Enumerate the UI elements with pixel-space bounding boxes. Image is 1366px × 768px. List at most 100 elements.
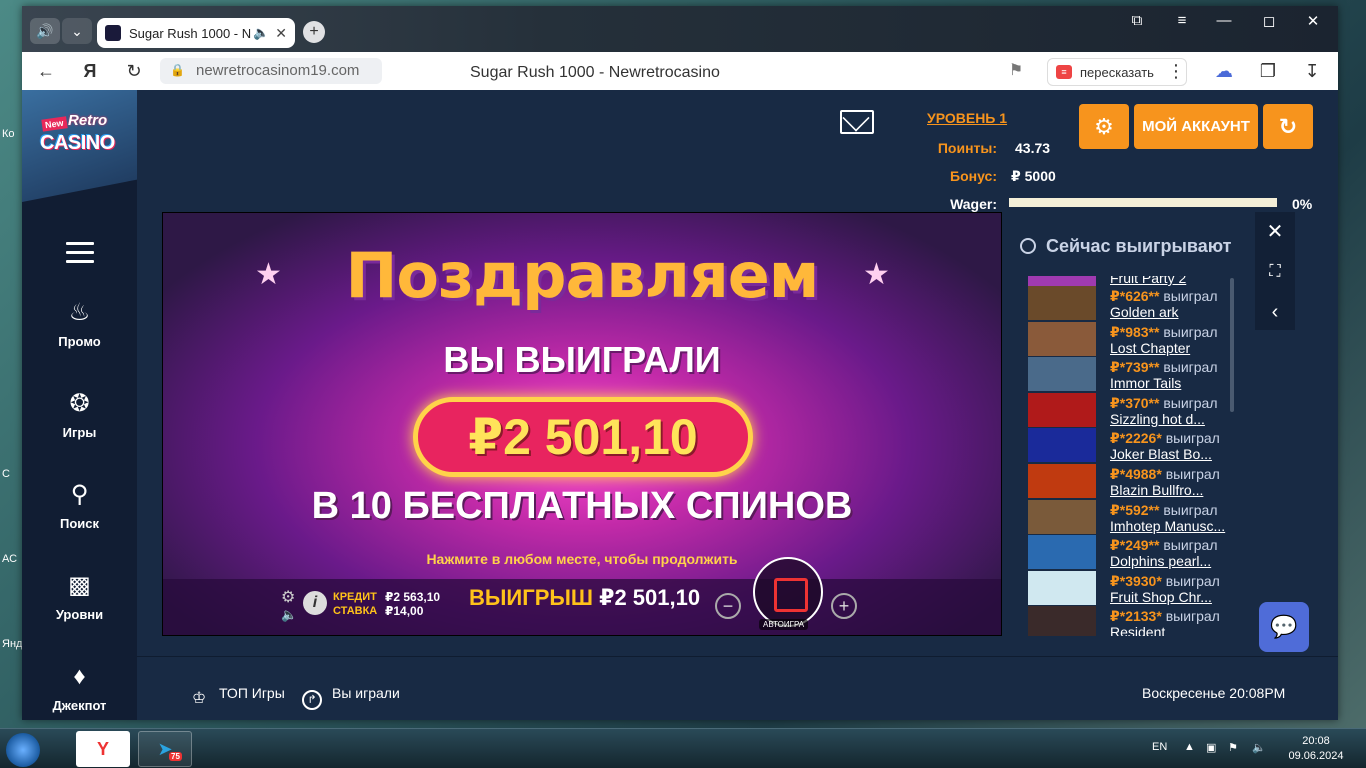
close-window-icon[interactable]: ✕ xyxy=(1298,12,1328,30)
now-winning-title: Сейчас выигрывают xyxy=(1020,236,1232,257)
level-link[interactable]: УРОВЕНЬ 1 xyxy=(927,110,1007,126)
yandex-browser-taskbar-icon[interactable]: Y xyxy=(76,731,130,767)
desktop-label: С xyxy=(2,468,10,480)
hamburger-menu-icon[interactable] xyxy=(66,242,94,264)
winner-game-link[interactable]: Fruit Shop Chr... xyxy=(1110,589,1228,605)
info-icon[interactable]: i xyxy=(303,591,327,615)
system-clock[interactable]: 20:08 09.06.2024 xyxy=(1286,734,1346,764)
list-item[interactable]: ₽*2226* выиграл Joker Blast Bo... xyxy=(1028,428,1228,464)
game-thumbnail[interactable] xyxy=(1028,570,1096,605)
tray-arrow-icon[interactable]: ▲ xyxy=(1184,741,1195,753)
browser-tab[interactable]: Sugar Rush 1000 - N 🔈 ✕ xyxy=(97,18,295,48)
winner-game-link[interactable]: Lost Chapter xyxy=(1110,340,1228,356)
game-thumbnail[interactable] xyxy=(1028,535,1096,570)
close-icon[interactable]: ✕ xyxy=(1255,212,1295,252)
sidebar-item-jackpot[interactable]: ♦ Джекпот xyxy=(22,662,137,713)
bookmark-icon[interactable]: ⚑ xyxy=(1004,60,1028,82)
chevron-down-icon[interactable]: ⌄ xyxy=(62,18,92,44)
game-window[interactable]: ★ ★ Поздравляем ВЫ ВЫИГРАЛИ ₽2 501,10 В … xyxy=(162,212,1002,636)
logo[interactable]: New Retro CASINO xyxy=(22,90,137,202)
coins-button[interactable]: ⚙ xyxy=(1079,104,1129,149)
game-thumbnail[interactable] xyxy=(1028,428,1096,463)
points-value: 43.73 xyxy=(1015,140,1051,156)
winners-scrollbar[interactable] xyxy=(1230,278,1234,412)
download-icon[interactable]: ↧ xyxy=(1300,60,1324,82)
game-thumbnail[interactable] xyxy=(1028,286,1096,320)
winners-list[interactable]: Fruit Party 2 ₽*626** выиграл Golden ark ₽… xyxy=(1028,276,1228,636)
winner-game-link[interactable]: Joker Blast Bo... xyxy=(1110,446,1228,462)
sidebar-item-promo[interactable]: ♨ Промо xyxy=(22,298,137,349)
played-games-link[interactable]: ↱ Вы играли xyxy=(302,685,400,710)
spin-button[interactable] xyxy=(753,557,823,627)
wager-label: Wager: xyxy=(950,196,997,212)
telegram-badge: 75 xyxy=(169,752,182,761)
game-thumbnail[interactable] xyxy=(1028,276,1096,286)
start-button[interactable] xyxy=(6,733,40,767)
logo-new: New xyxy=(41,116,68,132)
list-item[interactable]: ₽*592** выиграл Imhotep Manusc... xyxy=(1028,499,1228,536)
page-title: Sugar Rush 1000 - Newretrocasino xyxy=(470,64,720,81)
winner-game-link[interactable]: Sizzling hot d... xyxy=(1110,411,1228,427)
game-thumbnail[interactable] xyxy=(1028,392,1096,427)
more-icon[interactable]: ⋮ xyxy=(1164,60,1188,82)
mail-icon[interactable] xyxy=(840,110,874,134)
sound-icon[interactable]: 🔈 xyxy=(281,607,297,623)
chat-button[interactable]: 💬 xyxy=(1259,602,1309,652)
sidebar-item-games[interactable]: ❂ Игры xyxy=(22,389,137,440)
maximize-icon[interactable]: ◻ xyxy=(1254,12,1284,30)
list-item[interactable]: ₽*3930* выиграл Fruit Shop Chr... xyxy=(1028,570,1228,607)
speaker-icon[interactable]: 🔈 xyxy=(253,25,269,41)
minus-button[interactable]: − xyxy=(715,593,741,619)
minimize-icon[interactable]: — xyxy=(1209,12,1239,29)
collections-icon[interactable]: ❐ xyxy=(1256,60,1280,82)
winner-game-link[interactable]: Immor Tails xyxy=(1110,375,1228,391)
my-account-button[interactable]: МОЙ АККАУНТ xyxy=(1134,104,1258,149)
winner-game-link[interactable]: Resident xyxy=(1110,624,1228,636)
game-thumbnail[interactable] xyxy=(1028,321,1096,356)
url-field[interactable]: 🔒 newretrocasinom19.com xyxy=(160,58,382,84)
list-item[interactable]: ₽*2133* выиграл Resident xyxy=(1028,606,1228,636)
yandex-icon[interactable]: Я xyxy=(78,60,102,82)
gear-icon[interactable]: ⚙ xyxy=(281,587,295,607)
autoplay-button[interactable]: АВТОИГРА xyxy=(759,619,809,630)
winner-game-link[interactable]: Blazin Bullfro... xyxy=(1110,482,1228,498)
menu-icon[interactable]: ≡ xyxy=(1167,12,1197,29)
plus-button[interactable]: + xyxy=(831,593,857,619)
winner-game-link[interactable]: Dolphins pearl... xyxy=(1110,553,1228,569)
winner-game-link[interactable]: Imhotep Manusc... xyxy=(1110,518,1228,534)
chevron-left-icon[interactable]: ‹ xyxy=(1255,292,1295,332)
game-thumbnail[interactable] xyxy=(1028,463,1096,498)
game-thumbnail[interactable] xyxy=(1028,606,1096,636)
winner-game-link[interactable]: Golden ark xyxy=(1110,304,1228,320)
speaker-icon[interactable]: 🔊 xyxy=(30,18,60,44)
extension-icon[interactable]: ☁ xyxy=(1212,60,1236,82)
list-item[interactable]: ₽*626** выиграл Golden ark xyxy=(1028,286,1228,322)
win-label: ВЫИГРЫШ xyxy=(469,585,594,610)
list-item[interactable]: ₽*4988* выиграл Blazin Bullfro... xyxy=(1028,463,1228,500)
flag-icon[interactable]: ⚑ xyxy=(1228,741,1238,754)
volume-icon[interactable]: 🔈 xyxy=(1252,741,1266,754)
top-games-link[interactable]: ♔ ТОП Игры xyxy=(189,685,285,709)
reload-icon[interactable]: ↻ xyxy=(122,60,146,82)
list-item[interactable]: ₽*983** выиграл Lost Chapter xyxy=(1028,321,1228,358)
telegram-taskbar-icon[interactable]: ➤ 75 xyxy=(138,731,192,767)
language-indicator[interactable]: EN xyxy=(1152,741,1167,753)
network-icon[interactable]: ▣ xyxy=(1206,741,1216,754)
new-tab-button[interactable]: + xyxy=(303,21,325,43)
refresh-button[interactable]: ↻ xyxy=(1263,104,1313,149)
game-thumbnail[interactable] xyxy=(1028,357,1096,392)
close-icon[interactable]: ✕ xyxy=(275,25,287,42)
list-item[interactable]: ₽*739** выиграл Immor Tails xyxy=(1028,357,1228,393)
list-item[interactable]: ₽*370** выиграл Sizzling hot d... xyxy=(1028,392,1228,429)
winner-game-link[interactable]: Fruit Party 2 xyxy=(1110,276,1228,286)
list-item[interactable]: ₽*249** выиграл Dolphins pearl... xyxy=(1028,535,1228,571)
free-spins-label: В 10 БЕСПЛАТНЫХ СПИНОВ xyxy=(311,485,853,527)
sidebar-item-search[interactable]: ⚲ Поиск xyxy=(22,480,137,531)
back-icon[interactable]: ← xyxy=(34,60,58,82)
sidebar-item-levels[interactable]: ▩ Уровни xyxy=(22,571,137,622)
address-bar: ← Я ↻ 🔒 newretrocasinom19.com Sugar Rush… xyxy=(22,52,1338,90)
winner-amount: ₽*249** выиграл xyxy=(1110,537,1218,554)
game-thumbnail[interactable] xyxy=(1028,499,1096,534)
bookmarks-icon[interactable]: ⧉ xyxy=(1122,12,1152,29)
fullscreen-icon[interactable]: ⛶ xyxy=(1255,252,1295,292)
